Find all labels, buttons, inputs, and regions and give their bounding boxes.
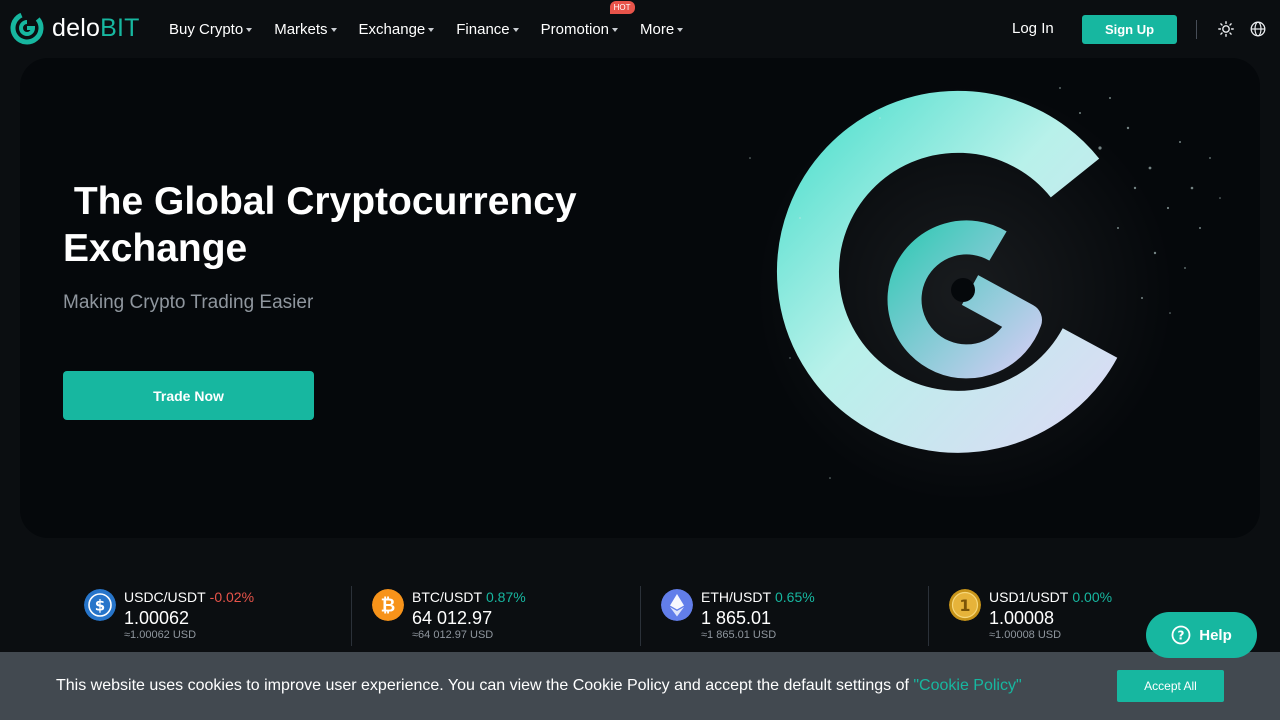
hero-3d-logo-image: [749, 83, 1221, 503]
cookie-policy-link[interactable]: "Cookie Policy": [913, 677, 1021, 694]
main-nav: Buy Crypto Markets Exchange Finance Prom…: [169, 0, 705, 58]
nav-label: Exchange: [358, 20, 426, 38]
caret-down-icon: [330, 27, 337, 32]
top-navbar: deloBIT Buy Crypto Markets Exchange Fina…: [0, 0, 1280, 58]
ticker-price: 1 865.01: [701, 608, 772, 628]
ticker-price: 1.00008: [989, 608, 1055, 628]
nav-buy-crypto[interactable]: Buy Crypto: [169, 20, 253, 38]
question-icon: ?: [1171, 625, 1191, 645]
usdc-icon: $: [84, 589, 116, 621]
help-label: Help: [1199, 626, 1232, 644]
ticker-usd-value: ≈1.00008 USD: [989, 629, 1062, 641]
ticker-usdc-usdt[interactable]: $ USDC/USDT -0.02% 1.00062 ≈1.00062 USD: [84, 580, 344, 652]
nav-label: Promotion: [540, 20, 610, 38]
nav-exchange[interactable]: Exchange: [359, 21, 435, 38]
eth-icon: [661, 589, 693, 621]
svg-text:$: $: [95, 597, 105, 615]
delobit-logo-icon: [10, 11, 44, 45]
logo-text-delo: delo: [52, 13, 101, 42]
ticker-eth-usdt[interactable]: ETH/USDT 0.65% 1 865.01 ≈1 865.01 USD: [661, 580, 921, 652]
delobit-logo[interactable]: deloBIT: [10, 11, 140, 45]
change-percent: -0.02%: [209, 589, 255, 605]
ticker-price: 1.00062: [124, 608, 190, 628]
change-percent: 0.87%: [486, 589, 526, 605]
nav-markets[interactable]: Markets: [274, 20, 337, 38]
pair-label: USD1/USDT: [989, 589, 1069, 605]
nav-finance[interactable]: Finance: [456, 20, 519, 38]
change-percent: 0.65%: [775, 589, 815, 605]
caret-down-icon: [612, 27, 619, 32]
caret-down-icon: [246, 27, 253, 32]
ticker-usd-value: ≈1 865.01 USD: [701, 629, 777, 641]
sun-icon[interactable]: [1218, 21, 1234, 37]
svg-text:₿: ₿: [381, 596, 396, 617]
logo-text-bit: BIT: [100, 13, 140, 42]
pair-label: BTC/USDT: [412, 589, 482, 605]
change-percent: 0.00%: [1072, 589, 1113, 605]
hero-subtitle: Making Crypto Trading Easier: [63, 292, 314, 313]
nav-label: More: [640, 20, 675, 38]
cookie-message: This website uses cookies to improve use…: [56, 677, 1022, 695]
ticker-pair: USDC/USDT -0.02%: [124, 589, 254, 605]
signup-button[interactable]: Sign Up: [1082, 15, 1177, 44]
ticker-btc-usdt[interactable]: ₿ BTC/USDT 0.87% 64 012.97 ≈64 012.97 USD: [372, 580, 632, 652]
ticker-usd-value: ≈64 012.97 USD: [412, 629, 494, 641]
pair-label: USDC/USDT: [124, 589, 206, 605]
market-ticker-strip: $ USDC/USDT -0.02% 1.00062 ≈1.00062 USD ₿…: [0, 580, 1280, 652]
pair-label: ETH/USDT: [701, 589, 771, 605]
ticker-price: 64 012.97: [412, 608, 493, 628]
trade-now-button[interactable]: Trade Now: [63, 371, 314, 420]
caret-down-icon: [512, 27, 519, 32]
ticker-pair: USD1/USDT 0.00%: [989, 589, 1112, 605]
caret-down-icon: [428, 27, 435, 32]
cookie-text: This website uses cookies to improve use…: [56, 677, 914, 694]
header-divider: [1196, 20, 1197, 39]
ticker-divider: [928, 586, 929, 646]
accept-all-button[interactable]: Accept All: [1117, 670, 1224, 702]
ticker-usd-value: ≈1.00062 USD: [124, 629, 197, 641]
nav-promotion[interactable]: Promotion HOT: [540, 0, 635, 38]
nav-label: Markets: [274, 20, 328, 38]
help-button[interactable]: ? Help: [1146, 612, 1257, 658]
ticker-pair: BTC/USDT 0.87%: [412, 589, 526, 605]
logo-wordmark: deloBIT: [52, 14, 140, 43]
ticker-divider: [640, 586, 641, 646]
ticker-pair: ETH/USDT 0.65%: [701, 589, 815, 605]
ticker-divider: [351, 586, 352, 646]
svg-text:?: ?: [1178, 629, 1185, 643]
hot-badge: HOT: [609, 0, 635, 14]
usd1-icon: 1: [949, 589, 981, 621]
caret-down-icon: [677, 27, 684, 32]
nav-more[interactable]: More: [640, 20, 684, 38]
nav-label: Buy Crypto: [169, 20, 244, 38]
login-link[interactable]: Log In: [1012, 20, 1054, 37]
hero-title: The Global Cryptocurrency Exchange: [63, 180, 577, 270]
nav-label: Finance: [456, 20, 510, 38]
cookie-consent-bar: This website uses cookies to improve use…: [0, 652, 1280, 720]
globe-icon[interactable]: [1250, 21, 1266, 37]
hero-banner: The Global Cryptocurrency Exchange Makin…: [20, 58, 1260, 538]
btc-icon: ₿: [372, 589, 404, 621]
svg-text:1: 1: [959, 596, 970, 615]
